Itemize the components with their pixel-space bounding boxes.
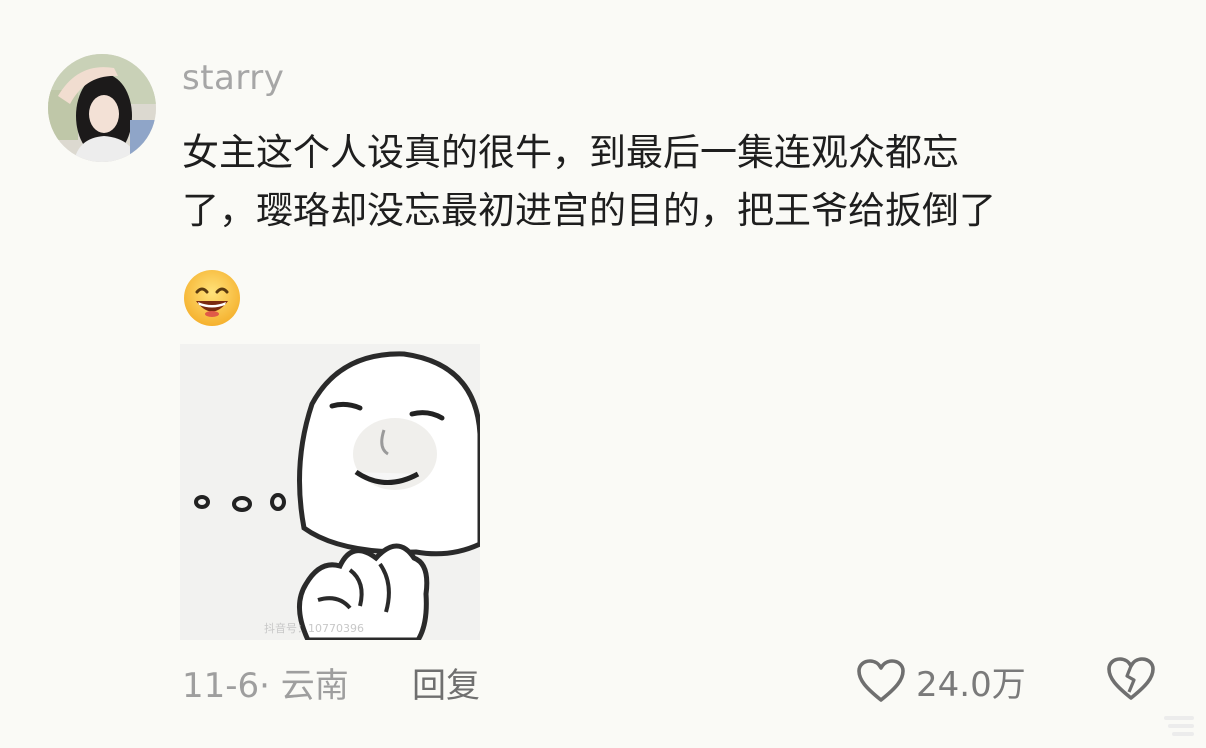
- reply-button[interactable]: 回复: [412, 658, 480, 707]
- broken-heart-icon[interactable]: [1106, 656, 1156, 702]
- meme-watermark: 抖音号：10770396: [264, 622, 364, 635]
- like-count: 24.0万: [916, 664, 1026, 705]
- comment-location: 云南: [280, 666, 349, 706]
- comment-card: starry 女主这个人设真的很牛，到最后一集连观众都忘 了，璎珞却没忘最初进宫…: [0, 0, 1206, 748]
- comment-text-line: 了，璎珞却没忘最初进宫的目的，把王爷给扳倒了: [182, 189, 996, 232]
- comment-text: 女主这个人设真的很牛，到最后一集连观众都忘 了，璎珞却没忘最初进宫的目的，把王爷…: [182, 124, 1172, 240]
- username[interactable]: starry: [182, 58, 284, 98]
- meta-separator: ·: [259, 666, 270, 706]
- avatar[interactable]: [48, 54, 156, 162]
- comment-meta: 11-6· 云南: [182, 658, 349, 707]
- grinning-face-emoji: [182, 268, 242, 328]
- like-button[interactable]: 24.0万: [856, 654, 1026, 708]
- meme-image[interactable]: [180, 344, 480, 640]
- comment-date: 11-6: [182, 666, 260, 706]
- heart-outline-icon: [857, 659, 905, 702]
- corner-handle-icon: [1164, 716, 1194, 736]
- comment-text-line: 女主这个人设真的很牛，到最后一集连观众都忘: [182, 131, 959, 174]
